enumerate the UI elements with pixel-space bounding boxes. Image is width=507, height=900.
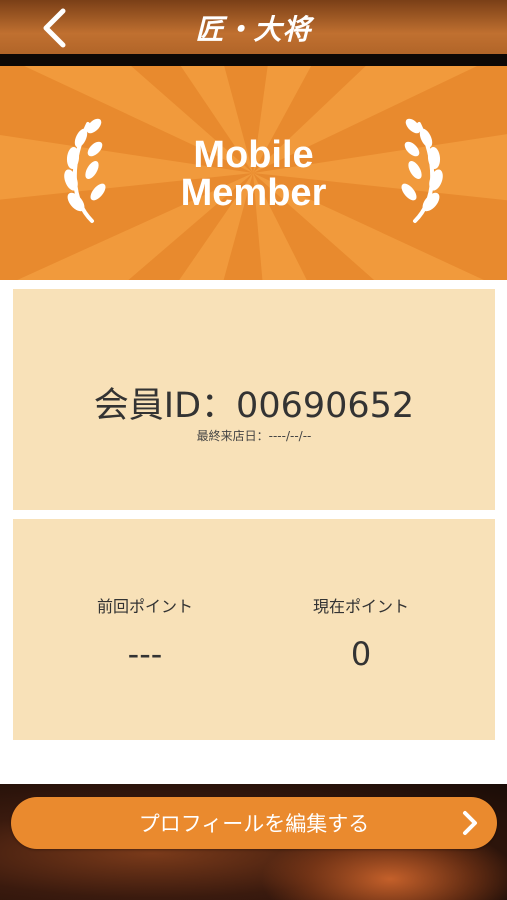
edit-profile-label: プロフィールを編集する	[138, 812, 370, 836]
top-bar: 匠・大将	[0, 0, 507, 56]
current-points: 現在ポイント 0	[261, 593, 461, 673]
member-id: 会員ID：00690652	[93, 386, 415, 426]
laurel-right-icon	[401, 118, 443, 223]
chevron-right-icon	[463, 811, 477, 835]
previous-points: 前回ポイント ---	[45, 593, 245, 673]
member-id-card: 会員ID：00690652 最終来店日：----/--/--	[13, 289, 495, 510]
current-points-value: 0	[350, 635, 372, 673]
previous-points-value: ---	[127, 635, 163, 673]
brand-logo: 匠・大将	[195, 13, 312, 46]
current-points-label: 現在ポイント	[312, 597, 409, 616]
points-card: 前回ポイント --- 現在ポイント 0	[13, 519, 495, 740]
mobile-member-banner: Mobile Member	[0, 66, 507, 280]
edit-profile-button[interactable]: プロフィールを編集する	[11, 797, 497, 849]
last-visit-date: 最終来店日：----/--/--	[196, 429, 312, 443]
previous-points-label: 前回ポイント	[96, 597, 193, 616]
header-divider	[0, 54, 507, 66]
